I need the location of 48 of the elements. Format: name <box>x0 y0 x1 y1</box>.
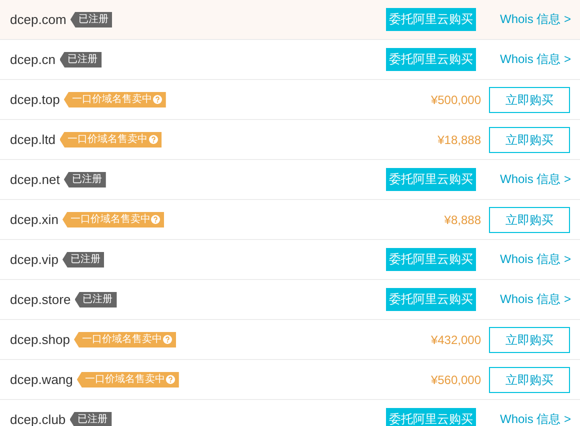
domain-name: dcep.top <box>10 90 60 109</box>
domain-name: dcep.cn <box>10 50 56 69</box>
status-tag: 已注册 <box>62 252 104 268</box>
price: ¥560,000 <box>430 372 481 388</box>
domain-name: dcep.store <box>10 290 71 309</box>
domain-name: dcep.net <box>10 170 60 189</box>
help-icon <box>152 95 162 104</box>
help-icon <box>151 215 160 224</box>
buy-now-button[interactable]: 立即购买 <box>489 206 570 232</box>
buy-now-button[interactable]: 立即购买 <box>489 126 570 152</box>
broker-buy-button[interactable]: 委托阿里云购买 <box>386 168 476 191</box>
broker-buy-button[interactable]: 委托阿里云购买 <box>386 8 476 31</box>
status-tag: 已注册 <box>70 12 112 28</box>
help-icon <box>148 135 158 144</box>
broker-buy-button[interactable]: 委托阿里云购买 <box>386 288 476 311</box>
price: ¥500,000 <box>430 92 481 108</box>
broker-buy-button[interactable]: 委托阿里云购买 <box>386 48 476 71</box>
price: ¥8,888 <box>444 212 481 228</box>
buy-now-button[interactable]: 立即购买 <box>489 326 570 352</box>
status-tag: 一口价域名售卖中 <box>64 92 166 108</box>
domain-name: dcep.vip <box>10 250 58 269</box>
whois-link[interactable]: Whois 信息 > <box>500 10 570 28</box>
domain-name: dcep.shop <box>10 330 70 349</box>
status-tag: 已注册 <box>64 172 106 188</box>
domain-name: dcep.xin <box>10 210 58 229</box>
whois-link[interactable]: Whois 信息 > <box>500 250 570 268</box>
status-tag: 已注册 <box>60 52 102 68</box>
domain-name: dcep.ltd <box>10 130 56 149</box>
price: ¥18,888 <box>438 132 481 148</box>
broker-buy-button[interactable]: 委托阿里云购买 <box>386 248 476 271</box>
price: ¥432,000 <box>430 332 481 348</box>
status-tag: 一口价域名售卖中 <box>74 332 176 348</box>
status-tag: 一口价域名售卖中 <box>62 212 164 228</box>
help-icon <box>163 335 172 344</box>
status-tag: 一口价域名售卖中 <box>60 132 162 148</box>
whois-link[interactable]: Whois 信息 > <box>500 410 570 426</box>
whois-link[interactable]: Whois 信息 > <box>500 50 570 68</box>
status-tag: 已注册 <box>70 412 112 426</box>
domain-name: dcep.wang <box>10 370 73 389</box>
broker-buy-button[interactable]: 委托阿里云购买 <box>386 408 476 426</box>
whois-link[interactable]: Whois 信息 > <box>500 290 570 308</box>
domain-name: dcep.com <box>10 10 66 29</box>
buy-now-button[interactable]: 立即购买 <box>489 366 570 392</box>
whois-link[interactable]: Whois 信息 > <box>500 170 570 188</box>
buy-now-button[interactable]: 立即购买 <box>489 86 570 112</box>
status-tag: 已注册 <box>74 292 117 308</box>
help-icon <box>166 375 175 384</box>
status-tag: 一口价域名售卖中 <box>76 372 179 388</box>
